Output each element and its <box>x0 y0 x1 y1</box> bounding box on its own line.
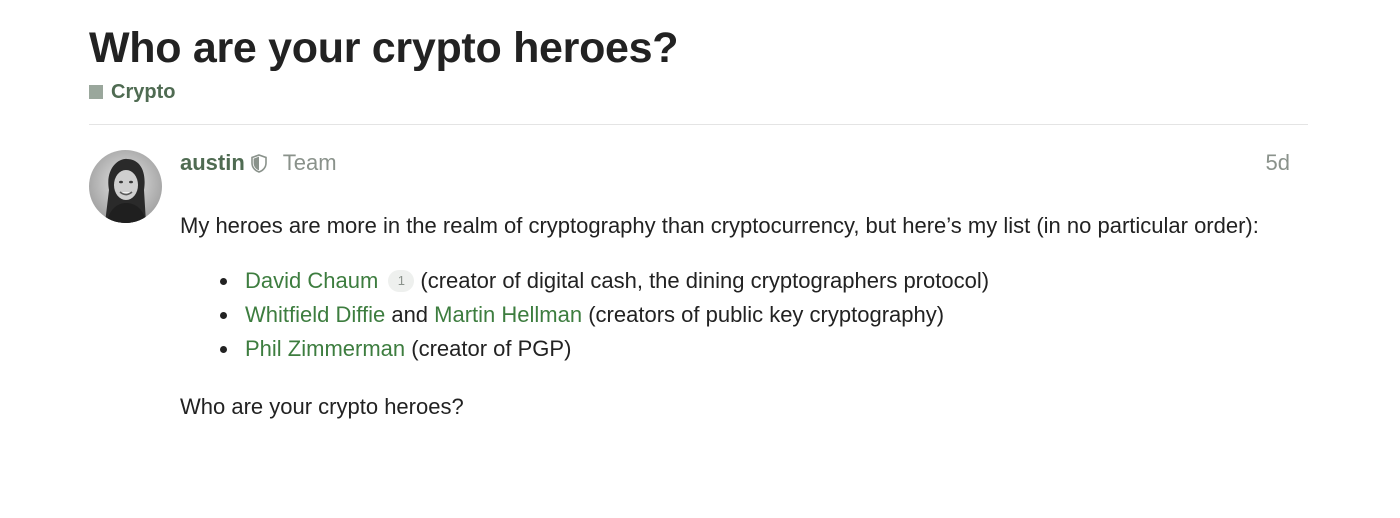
category-badge[interactable]: Crypto <box>89 80 175 104</box>
title-divider <box>89 124 1308 125</box>
hero-joiner: and <box>391 302 429 327</box>
category-color-swatch <box>89 85 103 99</box>
list-item: Phil Zimmerman (creator of PGP) <box>220 332 1310 366</box>
post-meta: austin Team <box>180 148 337 178</box>
list-item: Whitfield Diffie and Martin Hellman (cre… <box>220 298 1310 332</box>
list-item: David Chaum 1 (creator of digital cash, t… <box>220 264 1310 298</box>
avatar[interactable] <box>89 150 162 223</box>
user-title: Team <box>282 150 337 175</box>
hero-link-phil-zimmerman[interactable]: Phil Zimmerman <box>245 336 405 361</box>
hero-link-martin-hellman[interactable]: Martin Hellman <box>434 302 582 327</box>
hero-link-david-chaum[interactable]: David Chaum <box>245 268 378 293</box>
link-click-count: 1 <box>388 270 415 292</box>
post-body: My heroes are more in the realm of crypt… <box>180 208 1310 424</box>
username-link[interactable]: austin <box>180 150 245 176</box>
hero-list: David Chaum 1 (creator of digital cash, t… <box>180 264 1310 366</box>
hero-description: (creator of PGP) <box>411 336 572 361</box>
category-name: Crypto <box>111 81 176 103</box>
topic-page: Who are your crypto heroes? Crypto austi… <box>0 0 1400 518</box>
hero-description: (creators of public key cryptography) <box>588 302 945 327</box>
post-closing: Who are your crypto heroes? <box>180 394 464 419</box>
post-intro: My heroes are more in the realm of crypt… <box>180 213 1259 238</box>
avatar-image <box>89 150 162 223</box>
shield-icon <box>250 153 267 173</box>
topic-title: Who are your crypto heroes? <box>89 24 679 72</box>
hero-link-whitfield-diffie[interactable]: Whitfield Diffie <box>245 302 385 327</box>
hero-description: (creator of digital cash, the dining cry… <box>420 268 990 293</box>
post-date[interactable]: 5d <box>1266 148 1290 178</box>
